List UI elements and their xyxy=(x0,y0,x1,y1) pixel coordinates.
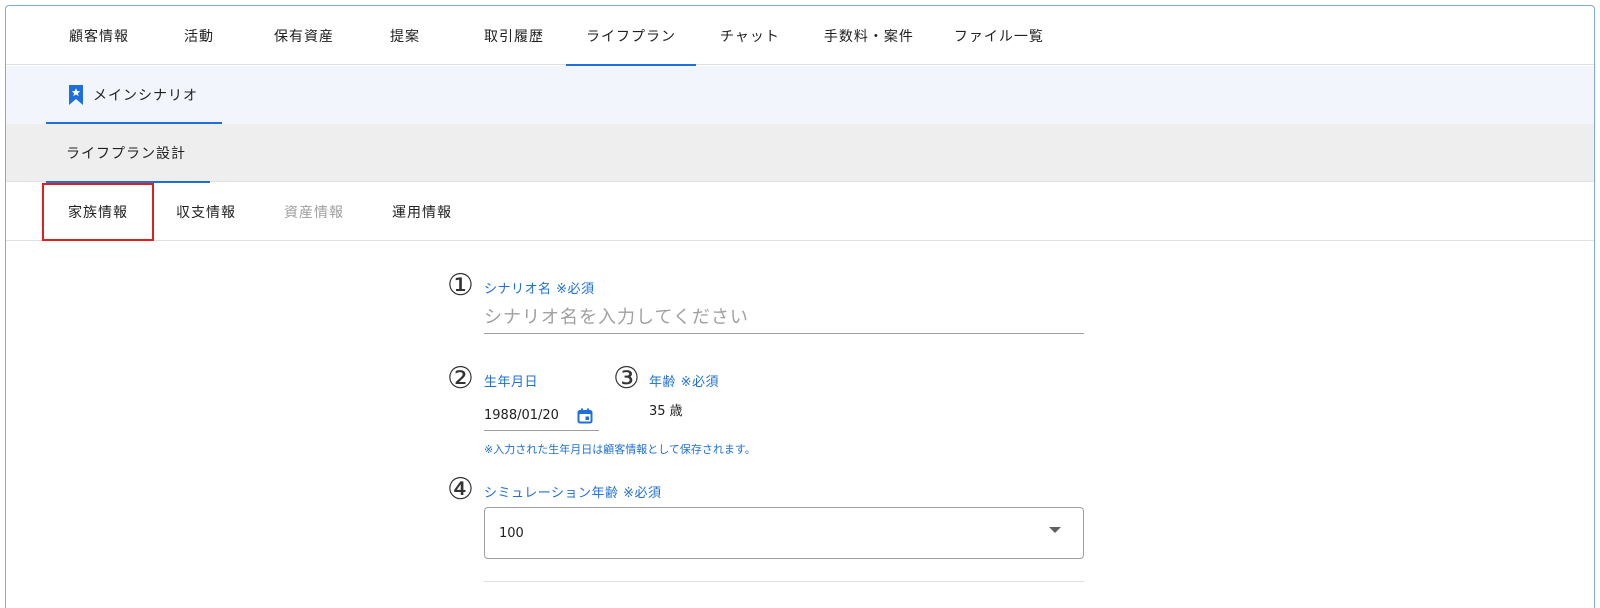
tab-asset-info: 資産情報 xyxy=(284,205,344,221)
dropdown-caret-icon xyxy=(1049,527,1061,533)
age-label: 年齢 ※必須 xyxy=(649,375,720,390)
app-frame: 顧客情報 活動 保有資産 提案 取引履歴 ライフプラン チャット 手数料・案件 … xyxy=(5,5,1595,608)
design-bar: ライフプラン設計 xyxy=(6,124,1594,183)
age-value: 35 歳 xyxy=(649,404,683,419)
design-tab-label: ライフプラン設計 xyxy=(66,146,186,162)
birth-date-hint: ※入力された生年月日は顧客情報として保存されます。 xyxy=(484,443,756,456)
simulation-age-label: シミュレーション年齢 ※必須 xyxy=(484,486,662,501)
tab-activity[interactable]: 活動 xyxy=(152,6,246,65)
tab-customer-info[interactable]: 顧客情報 xyxy=(46,6,152,65)
step-marker-1: ① xyxy=(447,268,474,303)
bookmark-star-icon xyxy=(69,85,83,105)
tab-proposal[interactable]: 提案 xyxy=(362,6,452,65)
simulation-age-select[interactable]: 100 xyxy=(484,507,1084,559)
step-marker-4: ④ xyxy=(447,472,474,507)
birth-date-value: 1988/01/20 xyxy=(484,408,559,423)
form-divider xyxy=(484,581,1084,582)
tab-investment-info[interactable]: 運用情報 xyxy=(392,183,452,241)
scenario-name-input[interactable] xyxy=(484,302,1084,332)
tab-life-plan[interactable]: ライフプラン xyxy=(566,6,696,66)
calendar-icon[interactable] xyxy=(577,408,593,424)
main-tab-bar: 顧客情報 活動 保有資産 提案 取引履歴 ライフプラン チャット 手数料・案件 … xyxy=(6,6,1594,66)
step-marker-3: ③ xyxy=(613,361,640,396)
scenario-name-label: シナリオ名 ※必須 xyxy=(484,282,595,297)
step-marker-2: ② xyxy=(447,361,474,396)
scenario-bar: メインシナリオ xyxy=(6,66,1594,124)
tab-income-expense[interactable]: 収支情報 xyxy=(176,183,236,241)
tab-chat[interactable]: チャット xyxy=(696,6,804,65)
highlight-box xyxy=(42,183,154,241)
section-tab-bar: 家族情報 収支情報 資産情報 運用情報 xyxy=(6,183,1594,241)
tab-holdings[interactable]: 保有資産 xyxy=(246,6,362,65)
simulation-age-value: 100 xyxy=(499,525,524,541)
tab-file-list[interactable]: ファイル一覧 xyxy=(934,6,1064,65)
tab-main-scenario[interactable]: メインシナリオ xyxy=(46,66,222,124)
tab-transaction-history[interactable]: 取引履歴 xyxy=(452,6,566,65)
scenario-label: メインシナリオ xyxy=(93,88,198,104)
scenario-name-field xyxy=(484,302,1084,334)
tab-fees-cases[interactable]: 手数料・案件 xyxy=(804,6,934,65)
tab-life-plan-design[interactable]: ライフプラン設計 xyxy=(46,124,210,183)
birth-date-label: 生年月日 xyxy=(484,375,539,390)
birth-date-field[interactable]: 1988/01/20 xyxy=(484,401,599,431)
